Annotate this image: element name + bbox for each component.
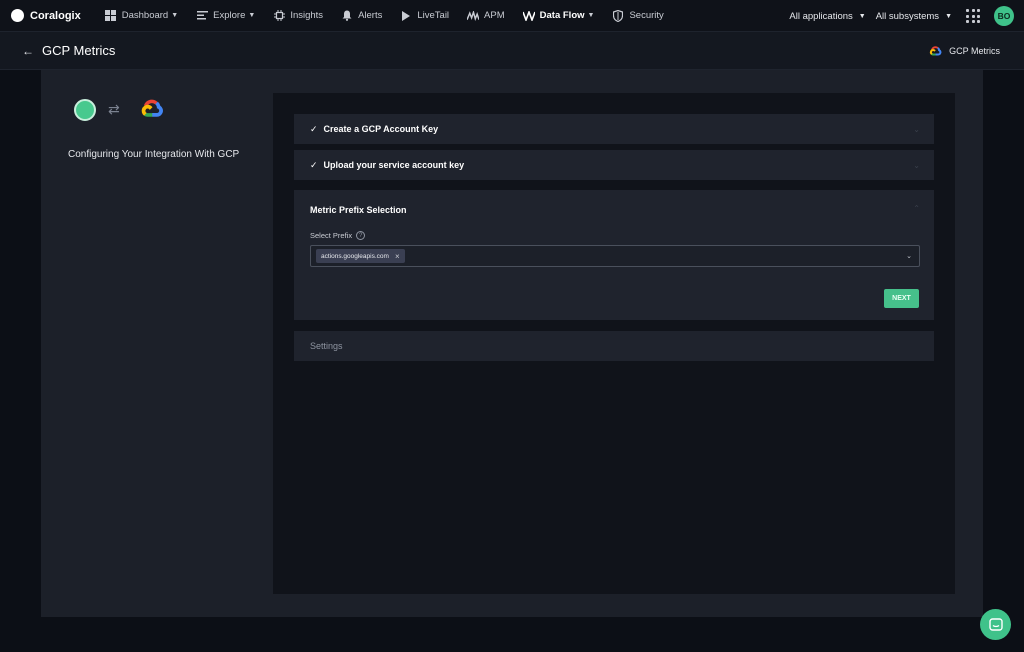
subsystems-label: All subsystems (875, 10, 940, 22)
check-icon: ✓ (310, 159, 318, 170)
step-create-key[interactable]: ✓ Create a GCP Account Key ⌄ (294, 114, 934, 144)
integration-summary: ⇄ Configuring Your Integration With GCP (41, 70, 273, 617)
chevron-down-icon[interactable]: ⌄ (906, 252, 912, 260)
brand[interactable]: Coralogix (11, 9, 81, 22)
close-icon[interactable]: × (395, 252, 400, 261)
step-upload-key-label: Upload your service account key (323, 160, 465, 170)
bell-icon (341, 10, 353, 22)
nav-insights-label: Insights (290, 10, 324, 21)
prefix-chip: actions.googleapis.com × (316, 249, 405, 263)
prefix-chip-label: actions.googleapis.com (321, 252, 389, 260)
applications-select[interactable]: All applications ▼ (789, 11, 865, 22)
play-icon (400, 10, 412, 22)
wizard-panel: ✓ Create a GCP Account Key ⌄ ✓ Upload yo… (273, 93, 955, 594)
brand-name: Coralogix (30, 9, 81, 22)
top-nav: Coralogix Dashboard ▼ Explore ▼ Insights… (0, 0, 1024, 32)
apm-icon (467, 10, 480, 22)
nav-explore[interactable]: Explore ▼ (196, 10, 255, 22)
chevron-down-icon[interactable]: ⌄ (913, 125, 920, 134)
help-icon[interactable]: ? (356, 231, 366, 240)
gcp-logo-icon (140, 99, 164, 123)
insights-icon (273, 10, 285, 22)
applications-label: All applications (789, 10, 853, 22)
page-header: ← GCP Metrics GCP Metrics (0, 32, 1024, 70)
nav-explore-label: Explore (213, 10, 246, 21)
data-flow-icon (522, 10, 535, 22)
chevron-down-icon: ▼ (248, 12, 256, 19)
step-metric-prefix-header[interactable]: Metric Prefix Selection (294, 190, 934, 230)
config-label: Configuring Your Integration With GCP (68, 149, 240, 160)
nav-apm[interactable]: APM (467, 10, 505, 22)
step-metric-prefix: Metric Prefix Selection ⌃ Select Prefix … (294, 190, 934, 320)
nav-data-flow[interactable]: Data Flow ▼ (522, 10, 595, 22)
step-settings-label: Settings (310, 341, 343, 351)
step-create-key-label: Create a GCP Account Key (323, 124, 439, 134)
nav-alerts-label: Alerts (358, 10, 383, 21)
nav-apm-label: APM (484, 10, 505, 21)
nav-security-label: Security (629, 10, 664, 21)
page-title: GCP Metrics (42, 43, 116, 58)
chevron-down-icon: ▼ (587, 12, 595, 19)
next-button[interactable]: NEXT (884, 289, 919, 308)
arrows-swap-icon: ⇄ (108, 101, 120, 117)
header-right-label: GCP Metrics (949, 46, 1000, 56)
chevron-down-icon: ▼ (858, 12, 866, 20)
apps-grid-icon[interactable] (966, 9, 980, 23)
step-metric-prefix-label: Metric Prefix Selection (310, 205, 407, 215)
gcp-logo-icon (930, 46, 942, 56)
chat-icon (988, 617, 1003, 631)
shield-icon (612, 9, 624, 22)
check-icon: ✓ (310, 123, 318, 134)
nav-livetail-label: LiveTail (417, 10, 450, 21)
status-indicator (74, 99, 96, 121)
subsystems-select[interactable]: All subsystems ▼ (876, 11, 952, 22)
dashboard-icon (105, 10, 117, 22)
nav-insights[interactable]: Insights (273, 10, 323, 22)
prefix-select[interactable]: actions.googleapis.com × ⌄ (310, 245, 920, 267)
nav-security[interactable]: Security (612, 9, 664, 22)
avatar[interactable]: BO (994, 6, 1014, 26)
nav-dashboard-label: Dashboard (121, 10, 169, 21)
chevron-up-icon[interactable]: ⌃ (913, 204, 920, 213)
back-arrow-icon[interactable]: ← (22, 44, 34, 58)
select-prefix-label-text: Select Prefix (310, 231, 353, 240)
chevron-down-icon[interactable]: ⌄ (913, 161, 920, 170)
coralogix-logo-icon (11, 9, 24, 22)
chevron-down-icon: ▼ (945, 12, 952, 20)
chat-button[interactable] (980, 609, 1011, 640)
step-settings[interactable]: Settings (294, 331, 934, 361)
chevron-down-icon: ▼ (171, 12, 179, 19)
nav-dashboard[interactable]: Dashboard ▼ (105, 10, 178, 22)
step-upload-key[interactable]: ✓ Upload your service account key ⌄ (294, 150, 934, 180)
explore-icon (196, 10, 208, 22)
select-prefix-label: Select Prefix ? (310, 231, 366, 240)
nav-alerts[interactable]: Alerts (341, 10, 382, 22)
nav-data-flow-label: Data Flow (539, 10, 585, 21)
nav-livetail[interactable]: LiveTail (400, 10, 449, 22)
main-panel: ⇄ Configuring Your Integration With GCP … (41, 70, 983, 617)
header-integration-label: GCP Metrics (929, 32, 1000, 70)
